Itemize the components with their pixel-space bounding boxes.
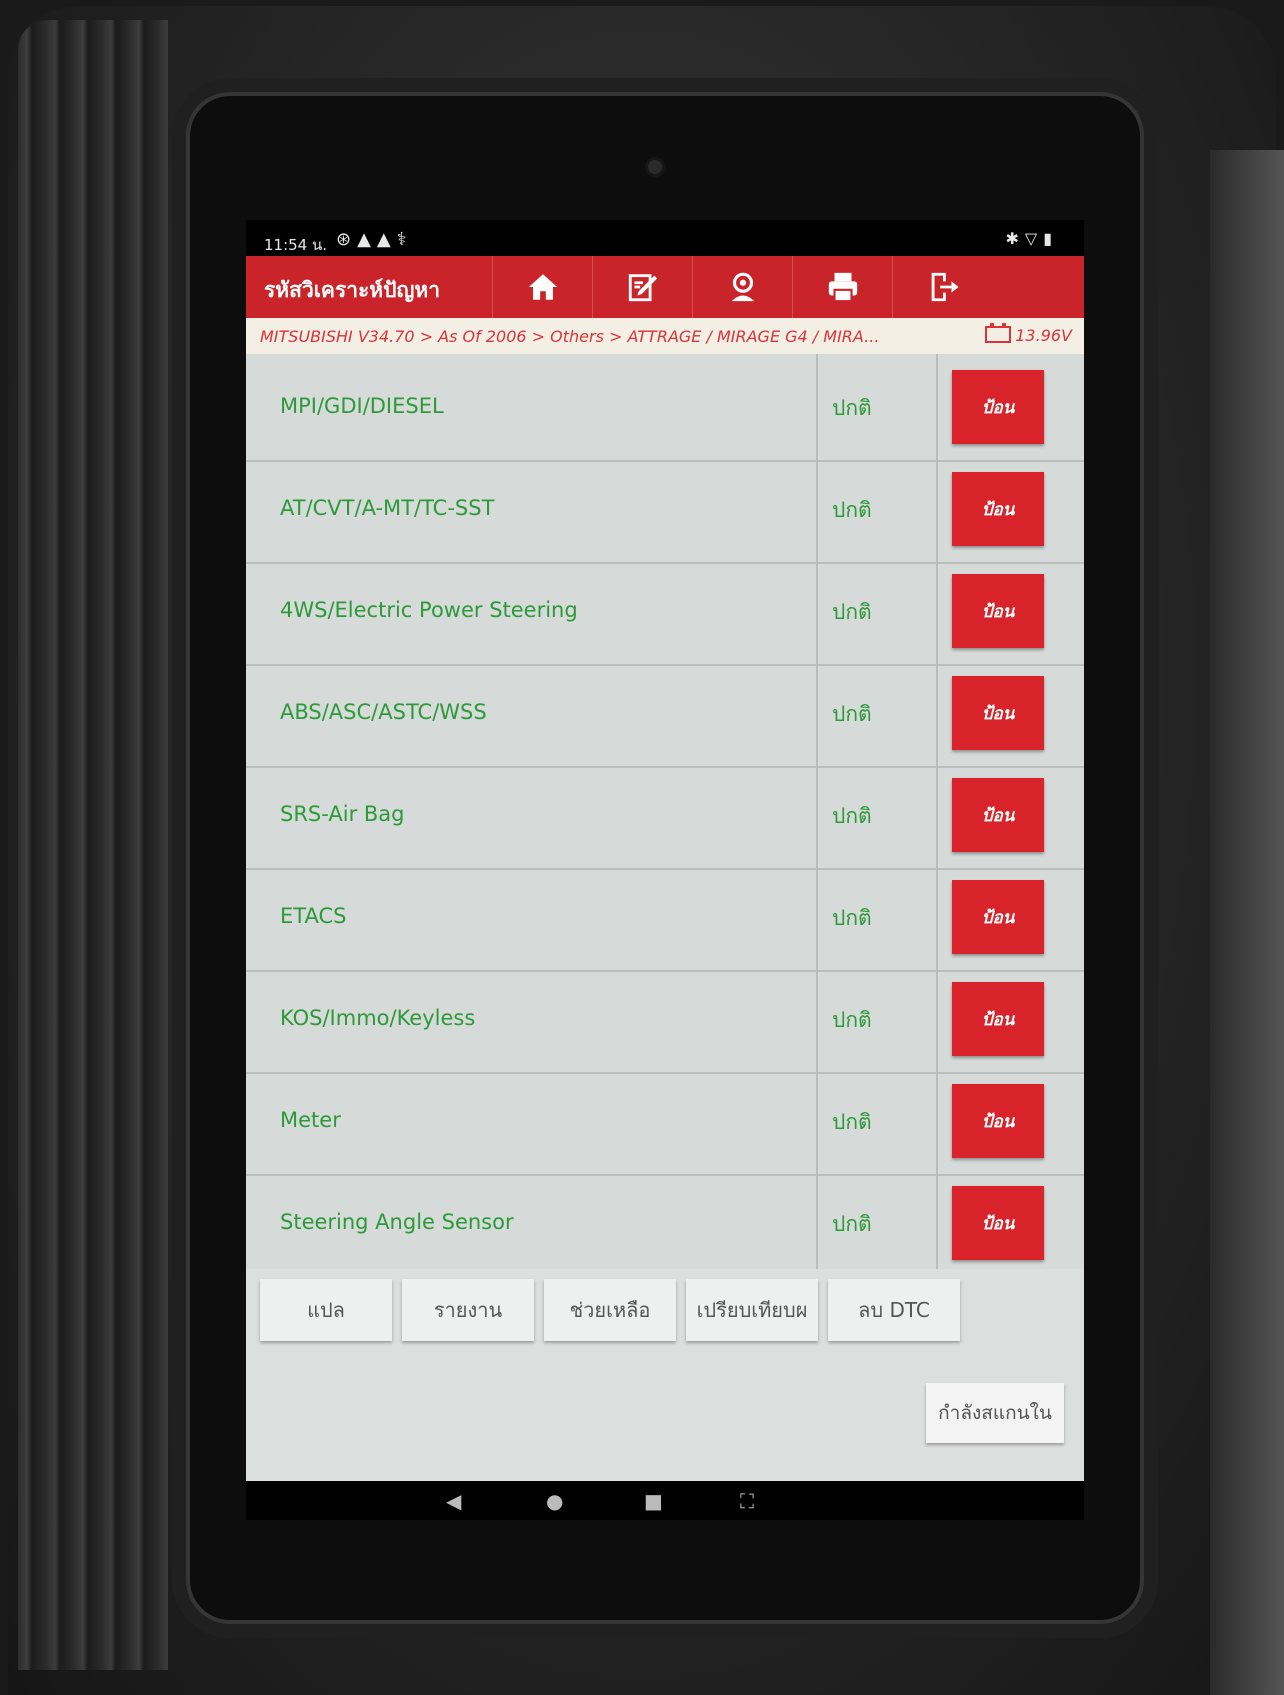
system-row[interactable]: SRS-Air Bag ปกติ ป้อน — [246, 762, 1084, 870]
app-header: รหัสวิเคราะห์ปัญหา — [246, 256, 1084, 318]
column-divider — [936, 1068, 938, 1174]
system-row[interactable]: 4WS/Electric Power Steering ปกติ ป้อน — [246, 558, 1084, 666]
breadcrumb-path: MITSUBISHI V34.70 > As Of 2006 > Others … — [260, 327, 880, 346]
column-divider — [816, 966, 818, 1072]
compare-button[interactable]: เปรียบเทียบผ — [686, 1279, 818, 1341]
system-row[interactable]: AT/CVT/A-MT/TC-SST ปกติ ป้อน — [246, 456, 1084, 564]
system-name: Steering Angle Sensor — [280, 1210, 514, 1234]
device-grip — [18, 20, 168, 1670]
system-status: ปกติ — [832, 1212, 872, 1236]
android-nav-bar: ◀ ● ■ ⛶ — [246, 1481, 1084, 1520]
page-title: รหัสวิเคราะห์ปัญหา — [264, 278, 441, 302]
column-divider — [936, 660, 938, 766]
column-divider — [936, 966, 938, 1072]
edit-icon — [628, 274, 658, 302]
enter-button[interactable]: ป้อน — [952, 778, 1044, 852]
enter-button[interactable]: ป้อน — [952, 1084, 1044, 1158]
profile-button[interactable] — [692, 256, 793, 318]
help-button[interactable]: ช่วยเหลือ — [544, 1279, 676, 1341]
enter-button[interactable]: ป้อน — [952, 880, 1044, 954]
print-icon — [828, 272, 858, 303]
system-row[interactable]: ETACS ปกติ ป้อน — [246, 864, 1084, 972]
column-divider — [936, 864, 938, 970]
system-name: ABS/ASC/ASTC/WSS — [280, 700, 487, 724]
system-name: ETACS — [280, 904, 347, 928]
column-divider — [936, 354, 938, 460]
system-name: SRS-Air Bag — [280, 802, 405, 826]
system-name: Meter — [280, 1108, 341, 1132]
column-divider — [936, 1170, 938, 1269]
background-seat — [1210, 150, 1284, 1695]
column-divider — [816, 660, 818, 766]
scanning-button[interactable]: กำลังสแกนใน — [926, 1383, 1064, 1443]
status-bar: 11:54 น. ⊛▲▲⚕ ✱▽▮ — [246, 220, 1084, 256]
system-row[interactable]: KOS/Immo/Keyless ปกติ ป้อน — [246, 966, 1084, 1074]
exit-icon — [931, 272, 959, 302]
column-divider — [816, 864, 818, 970]
column-divider — [816, 558, 818, 664]
column-divider — [816, 1068, 818, 1174]
enter-button[interactable]: ป้อน — [952, 1186, 1044, 1260]
system-name: 4WS/Electric Power Steering — [280, 598, 578, 622]
system-name: KOS/Immo/Keyless — [280, 1006, 476, 1030]
front-camera — [648, 160, 662, 174]
exit-button[interactable] — [892, 256, 993, 318]
system-name: AT/CVT/A-MT/TC-SST — [280, 496, 495, 520]
system-icons: ✱▽▮ — [1005, 229, 1058, 248]
enter-button[interactable]: ป้อน — [952, 982, 1044, 1056]
back-icon[interactable]: ◀ — [446, 1489, 461, 1513]
home-button[interactable] — [492, 256, 593, 318]
clear-dtc-button[interactable]: ลบ DTC — [828, 1279, 960, 1341]
home-icon — [528, 274, 558, 300]
system-row[interactable]: Meter ปกติ ป้อน — [246, 1068, 1084, 1176]
voltage-value: 13.96V — [1015, 326, 1072, 345]
tablet-screen: 11:54 น. ⊛▲▲⚕ ✱▽▮ รหัสวิเคราะห์ปัญหา MIT… — [246, 220, 1084, 1520]
edit-button[interactable] — [592, 256, 693, 318]
notification-icons: ⊛▲▲⚕ — [336, 229, 413, 250]
report-button[interactable]: รายงาน — [402, 1279, 534, 1341]
battery-voltage: 13.96V — [985, 323, 1072, 345]
system-row[interactable]: Steering Angle Sensor ปกติ ป้อน — [246, 1170, 1084, 1269]
system-list[interactable]: MPI/GDI/DIESEL ปกติ ป้อน AT/CVT/A-MT/TC-… — [246, 354, 1084, 1269]
enter-button[interactable]: ป้อน — [952, 472, 1044, 546]
system-name: MPI/GDI/DIESEL — [280, 394, 444, 418]
column-divider — [816, 762, 818, 868]
profile-icon — [731, 272, 755, 302]
translate-button[interactable]: แปล — [260, 1279, 392, 1341]
column-divider — [816, 456, 818, 562]
print-button[interactable] — [792, 256, 893, 318]
system-row[interactable]: ABS/ASC/ASTC/WSS ปกติ ป้อน — [246, 660, 1084, 768]
status-time: 11:54 น. — [264, 236, 328, 254]
column-divider — [936, 456, 938, 562]
bottom-toolbar: แปล รายงาน ช่วยเหลือ เปรียบเทียบผ ลบ DTC… — [246, 1269, 1084, 1481]
column-divider — [816, 1170, 818, 1269]
breadcrumb: MITSUBISHI V34.70 > As Of 2006 > Others … — [246, 318, 1084, 354]
enter-button[interactable]: ป้อน — [952, 370, 1044, 444]
battery-icon — [985, 323, 1012, 343]
enter-button[interactable]: ป้อน — [952, 574, 1044, 648]
column-divider — [936, 762, 938, 868]
system-row[interactable]: MPI/GDI/DIESEL ปกติ ป้อน — [246, 354, 1084, 462]
column-divider — [816, 354, 818, 460]
home-nav-icon[interactable]: ● — [546, 1489, 563, 1513]
enter-button[interactable]: ป้อน — [952, 676, 1044, 750]
column-divider — [936, 558, 938, 664]
screenshot-icon[interactable]: ⛶ — [740, 1489, 754, 1513]
recents-icon[interactable]: ■ — [644, 1489, 663, 1513]
